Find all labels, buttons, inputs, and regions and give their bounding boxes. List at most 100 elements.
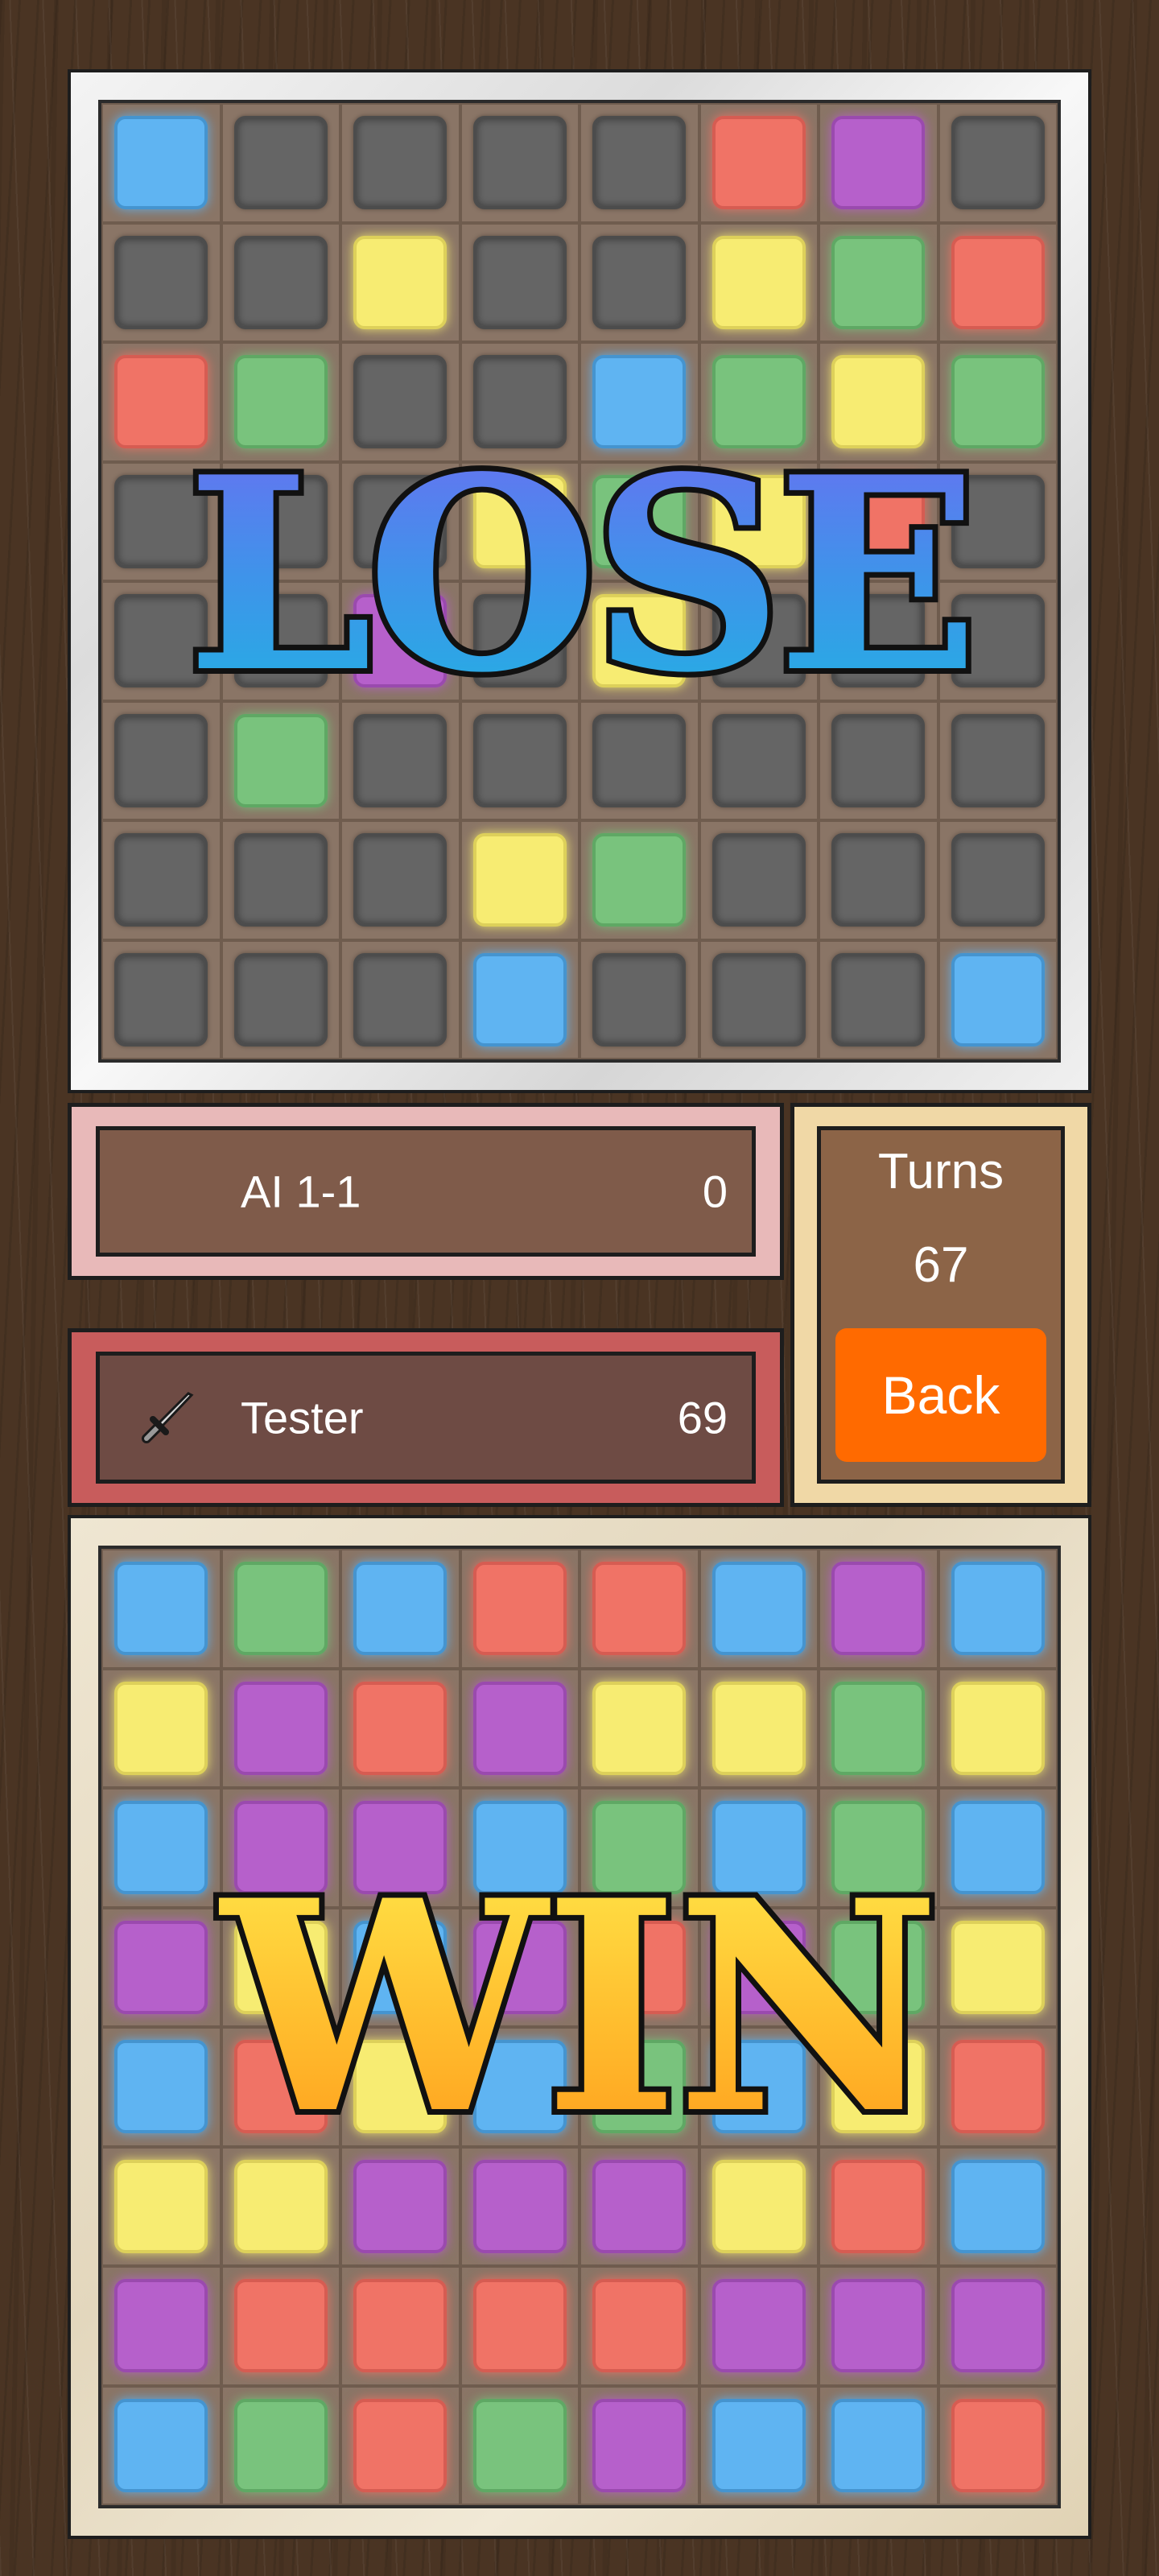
opponent-board-cell[interactable] bbox=[340, 103, 460, 223]
purple-tile[interactable] bbox=[114, 2279, 208, 2373]
player-board-cell[interactable] bbox=[221, 1668, 340, 1788]
gray-tile[interactable] bbox=[831, 952, 926, 1046]
opponent-board-cell[interactable] bbox=[340, 820, 460, 940]
player-board-cell[interactable] bbox=[819, 2385, 938, 2505]
opponent-board-cell[interactable] bbox=[460, 939, 580, 1059]
player-board-cell[interactable] bbox=[101, 1668, 221, 1788]
blue-tile[interactable] bbox=[472, 2040, 567, 2134]
purple-tile[interactable] bbox=[951, 2279, 1045, 2373]
opponent-board-cell[interactable] bbox=[580, 222, 699, 342]
opponent-board-cell[interactable] bbox=[938, 461, 1058, 581]
opponent-board-cell[interactable] bbox=[580, 939, 699, 1059]
red-tile[interactable] bbox=[831, 2159, 926, 2253]
gray-tile[interactable] bbox=[592, 235, 687, 329]
player-board-cell[interactable] bbox=[221, 2385, 340, 2505]
gray-tile[interactable] bbox=[472, 713, 567, 807]
gray-tile[interactable] bbox=[472, 235, 567, 329]
blue-tile[interactable] bbox=[114, 2398, 208, 2492]
gray-tile[interactable] bbox=[114, 833, 208, 927]
player-board-cell[interactable] bbox=[819, 2146, 938, 2266]
yellow-tile[interactable] bbox=[472, 474, 567, 568]
opponent-board-cell[interactable] bbox=[101, 461, 221, 581]
yellow-tile[interactable] bbox=[711, 2159, 806, 2253]
gray-tile[interactable] bbox=[951, 594, 1045, 688]
player-board-cell[interactable] bbox=[101, 1549, 221, 1669]
player-board-cell[interactable] bbox=[938, 1668, 1058, 1788]
green-tile[interactable] bbox=[831, 1920, 926, 2014]
opponent-board-cell[interactable] bbox=[340, 222, 460, 342]
opponent-board-cell[interactable] bbox=[221, 103, 340, 223]
purple-tile[interactable] bbox=[472, 1920, 567, 2014]
player-board-cell[interactable] bbox=[101, 2146, 221, 2266]
player-board-cell[interactable] bbox=[580, 1907, 699, 2027]
opponent-board-cell[interactable] bbox=[938, 222, 1058, 342]
player-board-cell[interactable] bbox=[938, 2146, 1058, 2266]
opponent-board-cell[interactable] bbox=[101, 342, 221, 462]
player-board-cell[interactable] bbox=[101, 1788, 221, 1908]
opponent-board-cell[interactable] bbox=[819, 222, 938, 342]
gray-tile[interactable] bbox=[831, 594, 926, 688]
blue-tile[interactable] bbox=[472, 1801, 567, 1895]
player-board-cell[interactable] bbox=[819, 1907, 938, 2027]
opponent-board-cell[interactable] bbox=[580, 820, 699, 940]
yellow-tile[interactable] bbox=[831, 2040, 926, 2134]
player-board-cell[interactable] bbox=[819, 2027, 938, 2147]
gray-tile[interactable] bbox=[353, 116, 448, 210]
yellow-tile[interactable] bbox=[951, 1920, 1045, 2014]
gray-tile[interactable] bbox=[592, 713, 687, 807]
gray-tile[interactable] bbox=[472, 594, 567, 688]
player-board-cell[interactable] bbox=[580, 2027, 699, 2147]
gray-tile[interactable] bbox=[592, 116, 687, 210]
gray-tile[interactable] bbox=[951, 833, 1045, 927]
opponent-board-cell[interactable] bbox=[101, 222, 221, 342]
gray-tile[interactable] bbox=[711, 833, 806, 927]
opponent-board-cell[interactable] bbox=[221, 222, 340, 342]
red-tile[interactable] bbox=[353, 2279, 448, 2373]
opponent-board-cell[interactable] bbox=[460, 700, 580, 820]
player-board-cell[interactable] bbox=[340, 2027, 460, 2147]
opponent-board-cell[interactable] bbox=[699, 103, 819, 223]
player-board-cell[interactable] bbox=[340, 1907, 460, 2027]
purple-tile[interactable] bbox=[831, 116, 926, 210]
green-tile[interactable] bbox=[711, 355, 806, 449]
player-board-cell[interactable] bbox=[340, 2385, 460, 2505]
player-board-cell[interactable] bbox=[699, 1788, 819, 1908]
gray-tile[interactable] bbox=[711, 952, 806, 1046]
yellow-tile[interactable] bbox=[831, 355, 926, 449]
opponent-board-cell[interactable] bbox=[819, 700, 938, 820]
player-board-cell[interactable] bbox=[460, 1788, 580, 1908]
opponent-board-cell[interactable] bbox=[340, 700, 460, 820]
opponent-board-cell[interactable] bbox=[580, 342, 699, 462]
opponent-board-cell[interactable] bbox=[101, 820, 221, 940]
player-board-cell[interactable] bbox=[460, 2027, 580, 2147]
player-board-cell[interactable] bbox=[938, 1788, 1058, 1908]
player-board-cell[interactable] bbox=[699, 2027, 819, 2147]
opponent-board-cell[interactable] bbox=[221, 820, 340, 940]
yellow-tile[interactable] bbox=[951, 1681, 1045, 1775]
blue-tile[interactable] bbox=[711, 2040, 806, 2134]
player-board-cell[interactable] bbox=[938, 2385, 1058, 2505]
green-tile[interactable] bbox=[951, 355, 1045, 449]
opponent-board-cell[interactable] bbox=[819, 581, 938, 701]
opponent-board-cell[interactable] bbox=[819, 103, 938, 223]
gray-tile[interactable] bbox=[951, 474, 1045, 568]
opponent-board-cell[interactable] bbox=[819, 342, 938, 462]
player-board-cell[interactable] bbox=[938, 1549, 1058, 1669]
opponent-board-cell[interactable] bbox=[221, 342, 340, 462]
gray-tile[interactable] bbox=[233, 952, 328, 1046]
player-board-cell[interactable] bbox=[221, 2027, 340, 2147]
purple-tile[interactable] bbox=[353, 1801, 448, 1895]
opponent-board-cell[interactable] bbox=[101, 939, 221, 1059]
gray-tile[interactable] bbox=[233, 235, 328, 329]
player-board-cell[interactable] bbox=[340, 1549, 460, 1669]
purple-tile[interactable] bbox=[353, 594, 448, 688]
player-board-cell[interactable] bbox=[221, 1907, 340, 2027]
purple-tile[interactable] bbox=[711, 1920, 806, 2014]
gray-tile[interactable] bbox=[233, 594, 328, 688]
gray-tile[interactable] bbox=[711, 713, 806, 807]
player-board-cell[interactable] bbox=[699, 1907, 819, 2027]
green-tile[interactable] bbox=[831, 1681, 926, 1775]
player-board-cell[interactable] bbox=[819, 1668, 938, 1788]
purple-tile[interactable] bbox=[592, 2398, 687, 2492]
opponent-board-cell[interactable] bbox=[340, 581, 460, 701]
